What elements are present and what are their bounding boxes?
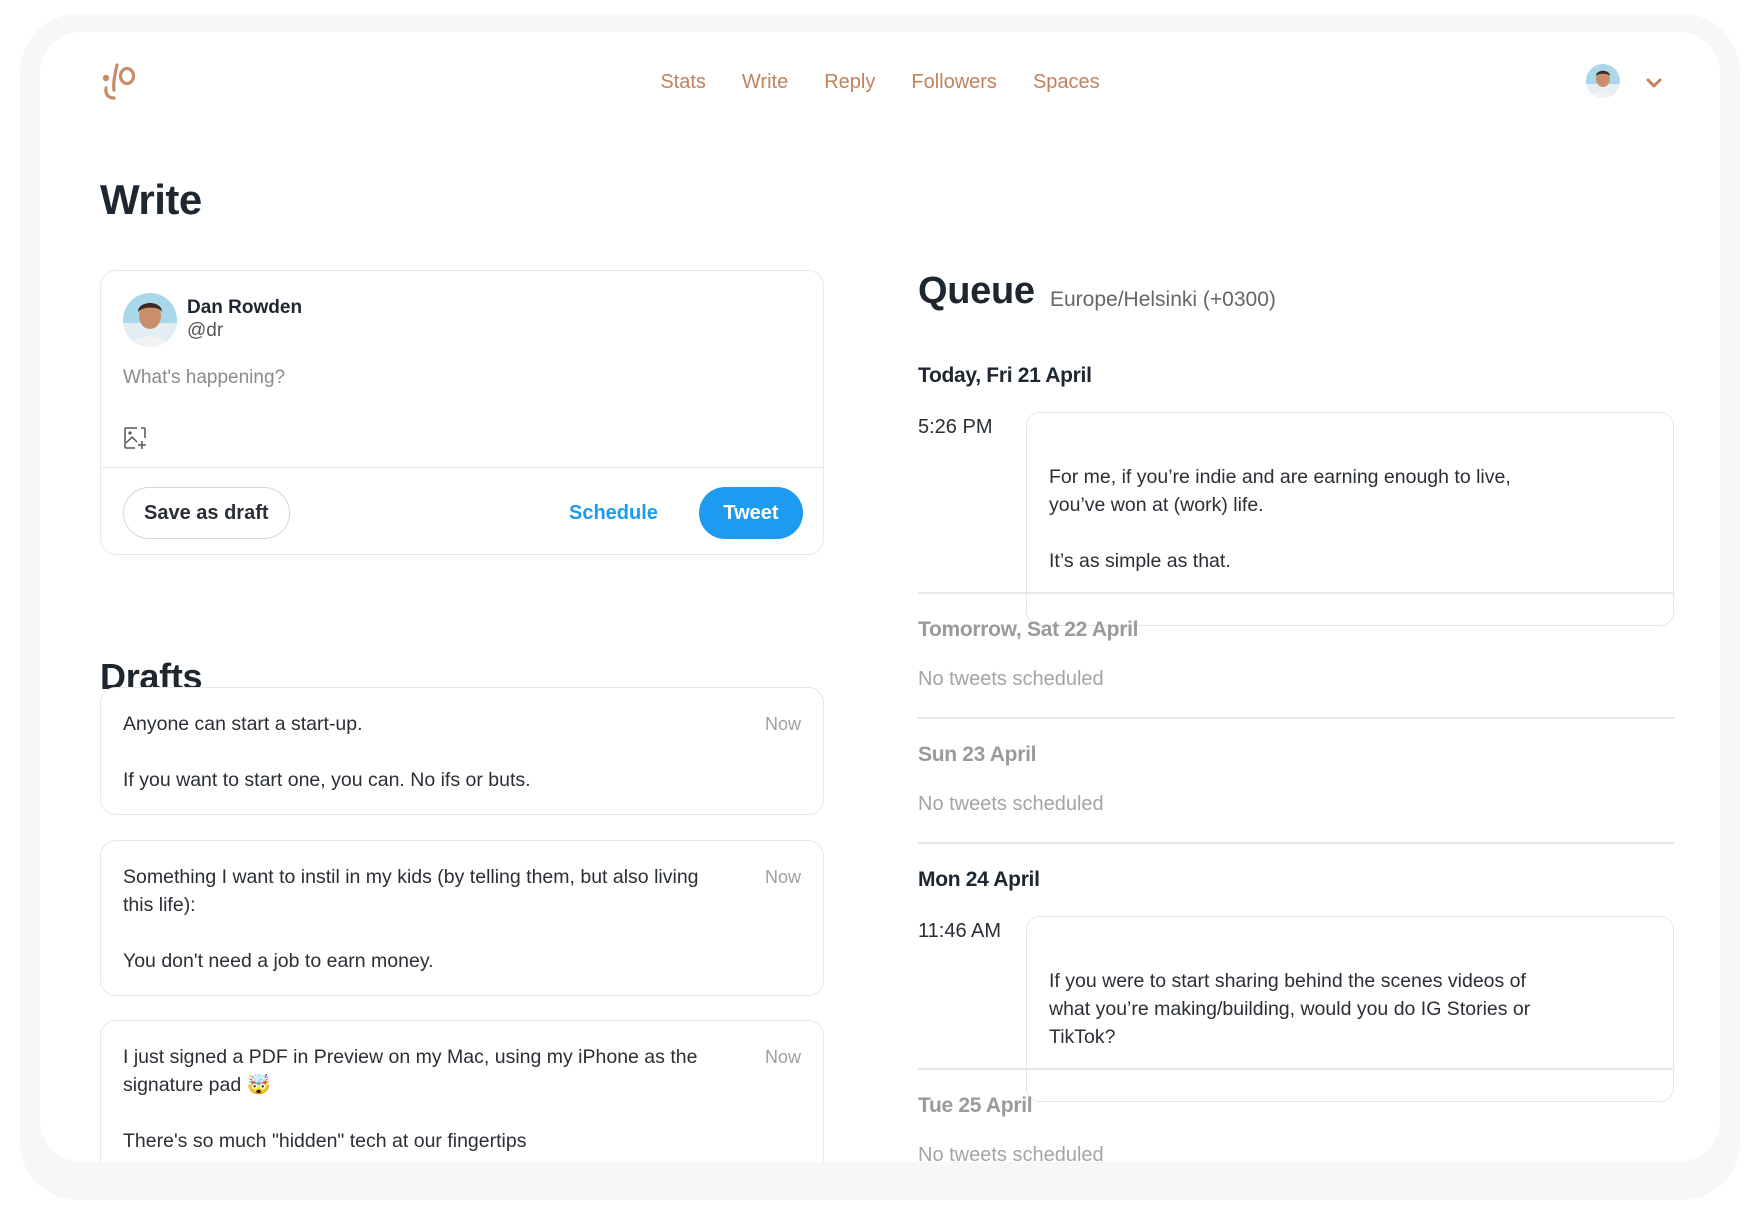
chevron-down-icon[interactable] bbox=[1643, 72, 1665, 94]
draft-text: Something I want to instil in my kids (b… bbox=[123, 866, 699, 972]
compose-avatar bbox=[123, 293, 177, 347]
divider bbox=[918, 717, 1674, 719]
draft-text: I just signed a PDF in Preview on my Mac… bbox=[123, 1046, 698, 1152]
draft-time: Now bbox=[764, 1047, 801, 1067]
draft-item[interactable]: I just signed a PDF in Preview on my Mac… bbox=[100, 1020, 824, 1162]
queue-title: Queue bbox=[918, 270, 1035, 312]
app-window: Stats Write Reply Followers Spaces Write bbox=[40, 32, 1720, 1162]
tweet-input[interactable] bbox=[123, 367, 803, 389]
nav-spaces[interactable]: Spaces bbox=[1033, 68, 1100, 96]
schedule-button[interactable]: Schedule bbox=[569, 487, 658, 539]
scheduled-tweet[interactable]: If you were to start sharing behind the … bbox=[1026, 916, 1674, 1102]
save-draft-button[interactable]: Save as draft bbox=[123, 487, 290, 539]
divider bbox=[918, 1068, 1674, 1070]
day-label: Today, Fri 21 April bbox=[918, 364, 1092, 387]
queue-day: Tue 25 April No tweets scheduled bbox=[918, 1094, 1674, 1162]
slot-time: 5:26 PM bbox=[918, 416, 993, 438]
tweet-button[interactable]: Tweet bbox=[699, 487, 803, 539]
draft-time: Now bbox=[764, 714, 801, 734]
empty-text: No tweets scheduled bbox=[918, 793, 1104, 815]
queue-day: Today, Fri 21 April 5:26 PM For me, if y… bbox=[918, 364, 1674, 626]
queue-day: Mon 24 April 11:46 AM If you were to sta… bbox=[918, 868, 1674, 1102]
draft-text: Anyone can start a start-up. If you want… bbox=[123, 713, 531, 791]
user-handle: @dr bbox=[187, 320, 224, 341]
nav-write[interactable]: Write bbox=[742, 68, 788, 96]
scheduled-tweet-text: For me, if you’re indie and are earning … bbox=[1049, 466, 1511, 572]
day-label: Sun 23 April bbox=[918, 743, 1037, 766]
compose-body: Dan Rowden @dr bbox=[101, 271, 823, 468]
main-nav: Stats Write Reply Followers Spaces bbox=[40, 68, 1720, 96]
add-image-icon[interactable] bbox=[123, 426, 147, 450]
day-label: Tue 25 April bbox=[918, 1094, 1033, 1117]
compose-card: Dan Rowden @dr Save as draft Schedule Tw… bbox=[100, 270, 824, 555]
draft-time: Now bbox=[764, 867, 801, 887]
nav-followers[interactable]: Followers bbox=[911, 68, 997, 96]
nav-stats[interactable]: Stats bbox=[660, 68, 706, 96]
queue-day: Tomorrow, Sat 22 April No tweets schedul… bbox=[918, 618, 1674, 691]
user-avatar[interactable] bbox=[1586, 64, 1620, 98]
empty-text: No tweets scheduled bbox=[918, 1144, 1104, 1162]
nav-reply[interactable]: Reply bbox=[824, 68, 875, 96]
divider bbox=[918, 592, 1674, 594]
scheduled-tweet-text: If you were to start sharing behind the … bbox=[1049, 970, 1531, 1048]
user-name: Dan Rowden bbox=[187, 297, 303, 318]
queue-day: Sun 23 April No tweets scheduled bbox=[918, 743, 1674, 816]
scheduled-tweet[interactable]: For me, if you’re indie and are earning … bbox=[1026, 412, 1674, 626]
page-title: Write bbox=[100, 176, 202, 223]
queue-timezone: Europe/Helsinki (+0300) bbox=[1050, 288, 1276, 311]
day-label: Tomorrow, Sat 22 April bbox=[918, 618, 1139, 641]
slot-time: 11:46 AM bbox=[918, 920, 1002, 942]
day-label: Mon 24 April bbox=[918, 868, 1040, 891]
draft-item[interactable]: Something I want to instil in my kids (b… bbox=[100, 840, 824, 996]
draft-item[interactable]: Anyone can start a start-up. If you want… bbox=[100, 687, 824, 815]
empty-text: No tweets scheduled bbox=[918, 668, 1104, 690]
divider bbox=[918, 842, 1674, 844]
